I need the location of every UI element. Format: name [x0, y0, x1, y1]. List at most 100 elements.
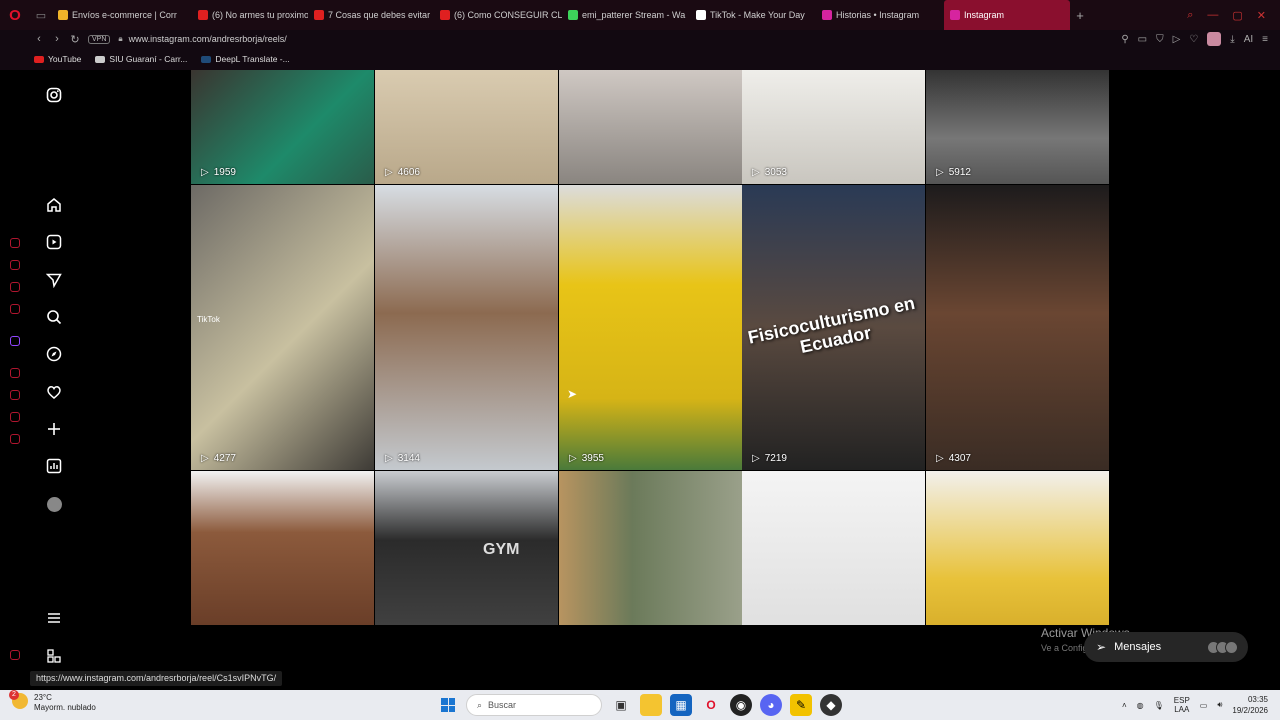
reel-thumbnail[interactable]: [926, 471, 1109, 625]
weather-desc: Mayorm. nublado: [34, 703, 96, 712]
reels-grid: ▷ 1959 ▷ 4606 ▷ 3053 ▷ 5912 ▷ 4277 TikTok ▷ 3144 ▷ 395…: [191, 70, 1109, 625]
instagram-favicon-icon: [822, 10, 832, 20]
minimize-icon[interactable]: —: [1207, 9, 1218, 21]
news-icon[interactable]: [10, 304, 20, 314]
notifications-icon[interactable]: [45, 383, 63, 401]
reel-thumbnail[interactable]: GYM: [375, 471, 558, 625]
browser-tab[interactable]: (6) Como CONSEGUIR CLI: [434, 0, 562, 30]
url-field[interactable]: www.instagram.com/andresrborja/reels/: [129, 34, 287, 44]
settings-icon[interactable]: [10, 434, 20, 444]
reel-thumbnail[interactable]: [191, 471, 374, 625]
reel-thumbnail[interactable]: ▷ 3053: [742, 70, 925, 184]
reel-thumbnail[interactable]: ▷ 5912: [926, 70, 1109, 184]
player-icon[interactable]: [10, 368, 20, 378]
ai-button[interactable]: AI: [1244, 34, 1253, 45]
messenger-icon[interactable]: [10, 238, 20, 248]
volume-icon[interactable]: 🔊︎: [1217, 700, 1222, 710]
create-icon[interactable]: [45, 420, 63, 438]
vpn-badge[interactable]: VPN: [88, 34, 111, 44]
reel-thumbnail[interactable]: [742, 471, 925, 625]
back-icon[interactable]: ‹: [30, 33, 48, 45]
dashboard-icon[interactable]: [45, 457, 63, 475]
clock[interactable]: 03:35 19/2/2026: [1232, 694, 1268, 716]
play-count-icon: ▷: [201, 167, 209, 178]
task-view-icon[interactable]: ▣: [610, 694, 632, 716]
search-icon: ⌕: [477, 699, 483, 710]
maximize-icon[interactable]: ▢: [1232, 9, 1242, 22]
opera-gx-icon[interactable]: O: [700, 694, 722, 716]
download-icon[interactable]: ⤓: [1230, 34, 1234, 45]
youtube-favicon-icon: [198, 10, 208, 20]
messages-icon: ➢: [1096, 640, 1107, 654]
reload-icon[interactable]: ↻: [66, 33, 84, 46]
reel-thumbnail[interactable]: ▷ 4307: [926, 185, 1109, 470]
app-icon[interactable]: ◆: [820, 694, 842, 716]
profile-avatar[interactable]: [1207, 32, 1222, 46]
twitch-icon[interactable]: [10, 336, 20, 346]
view-count: ▷ 3053: [752, 167, 787, 178]
opera-logo-icon[interactable]: O: [0, 0, 30, 30]
browser-tab[interactable]: Historias • Instagram: [816, 0, 944, 30]
home-icon[interactable]: [45, 196, 63, 214]
browser-tab[interactable]: (6) No armes tu proximo c: [192, 0, 308, 30]
reel-thumbnail[interactable]: [559, 70, 742, 184]
play-count-icon: ▷: [752, 453, 760, 464]
network-icon[interactable]: ◍: [1137, 701, 1144, 710]
browser-tab[interactable]: 7 Cosas que debes evitar: [308, 0, 434, 30]
close-icon[interactable]: ✕: [1257, 9, 1266, 22]
pen-app-icon[interactable]: ✎: [790, 694, 812, 716]
menu-icon[interactable]: ≡: [1262, 34, 1268, 45]
extensions-icon[interactable]: [10, 412, 20, 422]
search-tabs-icon[interactable]: ⌕: [1187, 9, 1193, 22]
reel-thumbnail[interactable]: [559, 471, 742, 625]
search-icon[interactable]: [45, 308, 63, 326]
discord-icon[interactable]: ◕: [760, 694, 782, 716]
reel-thumbnail[interactable]: ▷ 4606: [375, 70, 558, 184]
messages-icon[interactable]: [45, 271, 63, 289]
reel-thumbnail[interactable]: ▷ 7219 Fisicoculturismo en Ecuador: [742, 185, 925, 470]
reel-thumbnail[interactable]: ▷ 3955: [559, 185, 742, 470]
bookmark-youtube[interactable]: YouTube: [34, 54, 81, 64]
threads-icon[interactable]: [45, 647, 63, 665]
store-icon[interactable]: ▦: [670, 694, 692, 716]
menu-icon[interactable]: [45, 609, 63, 627]
wallet-icon[interactable]: ▭: [1138, 34, 1147, 45]
weather-widget[interactable]: 2 23°C Mayorm. nublado: [9, 690, 96, 713]
play-count-icon: ▷: [569, 453, 577, 464]
github-icon[interactable]: ◉: [730, 694, 752, 716]
messages-button[interactable]: ➢ Mensajes: [1084, 632, 1248, 662]
bookmark-siu[interactable]: SIU Guaraní - Carr...: [95, 54, 187, 64]
gx-icon[interactable]: [10, 650, 20, 660]
forward-icon[interactable]: ›: [48, 33, 66, 45]
reel-thumbnail[interactable]: ▷ 1959: [191, 70, 374, 184]
heart-icon[interactable]: ♡: [1189, 34, 1198, 45]
tab-manager-icon[interactable]: ▭: [30, 0, 52, 30]
explore-icon[interactable]: [45, 345, 63, 363]
bookmark-deepl[interactable]: DeepL Translate -...: [201, 54, 290, 64]
profile-avatar[interactable]: [45, 495, 63, 513]
chevron-up-icon[interactable]: ˄: [1122, 701, 1127, 710]
reels-icon[interactable]: [45, 233, 63, 251]
browser-tab[interactable]: emi_patterer Stream - Wa: [562, 0, 690, 30]
windows-start-icon[interactable]: [438, 695, 458, 715]
browser-tab[interactable]: Envíos e-commerce | Corr: [52, 0, 192, 30]
youtube-icon: [34, 55, 44, 63]
shield-icon[interactable]: ⛉: [1156, 34, 1164, 45]
reel-thumbnail[interactable]: ▷ 4277 TikTok: [191, 185, 374, 470]
file-explorer-icon[interactable]: [640, 694, 662, 716]
discord-icon[interactable]: [10, 282, 20, 292]
history-icon[interactable]: [10, 390, 20, 400]
taskbar-search[interactable]: ⌕ Buscar: [466, 694, 602, 716]
vk-icon[interactable]: [10, 260, 20, 270]
language-indicator[interactable]: ESP LAA: [1174, 696, 1190, 714]
instagram-logo-icon[interactable]: [45, 86, 63, 104]
microphone-icon[interactable]: 🎙︎: [1154, 701, 1164, 710]
pin-icon[interactable]: ⚲: [1121, 34, 1128, 45]
new-tab-button[interactable]: +: [1070, 8, 1090, 23]
browser-tab-active[interactable]: Instagram: [944, 0, 1070, 30]
reel-thumbnail[interactable]: ▷ 3144: [375, 185, 558, 470]
display-icon[interactable]: ▭: [1200, 701, 1208, 710]
browser-tab[interactable]: TikTok - Make Your Day: [690, 0, 816, 30]
play-icon[interactable]: ▷: [1173, 34, 1181, 45]
window-controls: ⌕ — ▢ ✕: [1187, 0, 1280, 30]
